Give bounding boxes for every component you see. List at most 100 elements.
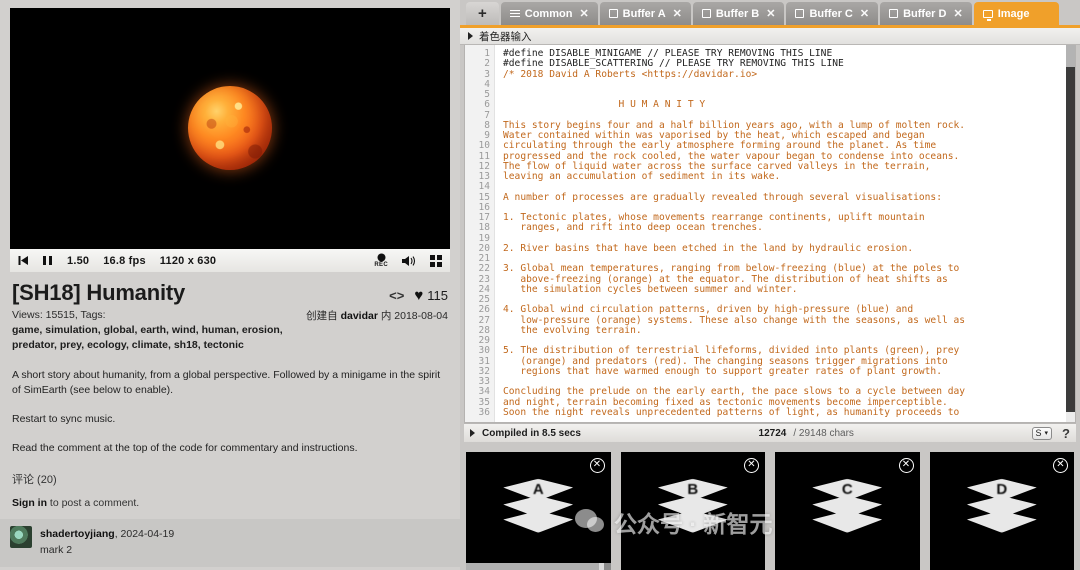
buffer-letter: A bbox=[532, 480, 544, 498]
record-icon[interactable]: REC bbox=[374, 253, 388, 268]
layers-icon: D bbox=[965, 478, 1039, 541]
shader-inputs-label: 着色器输入 bbox=[479, 30, 532, 43]
created-date: 2018-08-04 bbox=[394, 310, 448, 322]
close-icon[interactable]: ✕ bbox=[579, 7, 588, 20]
line-number: 2 bbox=[484, 58, 490, 70]
buffer-letter: D bbox=[996, 480, 1008, 498]
line-number: 6 bbox=[484, 99, 490, 111]
square-icon bbox=[608, 9, 618, 18]
close-icon[interactable]: ✕ bbox=[860, 7, 869, 20]
signin-rest: to post a comment. bbox=[47, 496, 140, 509]
fullscreen-icon[interactable] bbox=[430, 254, 442, 267]
code-line[interactable]: A number of processes are gradually reve… bbox=[503, 192, 1075, 203]
like-counter[interactable]: ♥ 115 bbox=[414, 287, 448, 304]
code-line[interactable]: Concluding the prelude on the early eart… bbox=[503, 386, 1075, 397]
chevron-down-icon: ▾ bbox=[1044, 430, 1049, 437]
resize-grip[interactable] bbox=[603, 563, 611, 570]
buffer-thumb-a[interactable]: A ✕ bbox=[466, 452, 611, 570]
code-toggle-icon[interactable]: <> bbox=[389, 288, 404, 303]
close-icon[interactable]: ✕ bbox=[766, 7, 775, 20]
code-line[interactable]: 5. The distribution of terrestrial lifef… bbox=[503, 345, 1075, 356]
author-line: 创建自 davidar 内 2018-08-04 bbox=[306, 308, 448, 323]
close-icon[interactable]: ✕ bbox=[744, 458, 759, 473]
scrollbar-thumb[interactable] bbox=[1066, 67, 1075, 412]
add-tab-button[interactable]: + bbox=[466, 2, 499, 25]
code-line[interactable] bbox=[503, 182, 1075, 192]
line-number: 18 bbox=[478, 222, 490, 234]
line-number: 26 bbox=[478, 304, 490, 316]
shader-detail-panel: 1.50 16.8 fps 1120 x 630 REC [SH18] Huma… bbox=[0, 0, 460, 570]
tab-buffer-b[interactable]: Buffer B ✕ bbox=[692, 2, 785, 25]
buffer-thumb-b[interactable]: B ✕ bbox=[620, 452, 765, 570]
code-line[interactable]: H U M A N I T Y bbox=[503, 99, 1075, 110]
shader-preview-canvas[interactable] bbox=[10, 8, 450, 248]
chevron-right-icon[interactable] bbox=[468, 32, 473, 40]
comment-author[interactable]: shadertoyjiang bbox=[40, 528, 115, 540]
code-text[interactable]: #define DISABLE_MINIGAME // PLEASE TRY R… bbox=[495, 45, 1075, 422]
close-icon[interactable]: ✕ bbox=[1053, 458, 1068, 473]
code-line[interactable]: circulating through the early atmosphere… bbox=[503, 140, 1075, 151]
line-number: 36 bbox=[478, 406, 490, 418]
tab-label: Buffer D bbox=[903, 7, 947, 20]
shader-size-select[interactable]: S ▾ bbox=[1031, 426, 1053, 440]
code-line[interactable] bbox=[503, 80, 1075, 90]
code-editor[interactable]: 1 2 3 4 5 6 7 8 9 10 11 12 13 14 15 16 17 18 19 20 21 22 23 24 2… bbox=[464, 45, 1076, 423]
created-in-label: 内 bbox=[380, 310, 392, 322]
signin-link[interactable]: Sign in bbox=[12, 497, 47, 509]
lines-icon bbox=[509, 9, 520, 19]
avatar[interactable] bbox=[10, 525, 32, 548]
player-toolbar: 1.50 16.8 fps 1120 x 630 REC bbox=[10, 248, 450, 272]
tab-image[interactable]: Image bbox=[973, 2, 1060, 25]
code-line[interactable]: /* 2018 David A Roberts <https://davidar… bbox=[503, 69, 1075, 80]
code-line[interactable]: 4. Global wind circulation patterns, dri… bbox=[503, 304, 1075, 315]
code-line[interactable]: the evolving terrain. bbox=[503, 325, 1075, 336]
tab-buffer-d[interactable]: Buffer D ✕ bbox=[880, 2, 972, 25]
code-line[interactable]: #define DISABLE_SCATTERING // PLEASE TRY… bbox=[503, 58, 1075, 69]
close-icon[interactable]: ✕ bbox=[589, 458, 605, 473]
close-icon[interactable]: ✕ bbox=[673, 7, 682, 20]
code-line[interactable]: regions that have warmed enough to suppo… bbox=[503, 366, 1075, 377]
thumb-horizontal-scrollbar[interactable] bbox=[466, 563, 611, 570]
comments-header: 评论 (20) bbox=[12, 473, 57, 486]
volume-icon[interactable] bbox=[402, 255, 416, 267]
code-line[interactable]: Soon the night reveals unprecedented pat… bbox=[503, 407, 1075, 418]
code-vertical-scrollbar[interactable] bbox=[1066, 45, 1075, 422]
line-number-gutter: 1 2 3 4 5 6 7 8 9 10 11 12 13 14 15 16 17 18 19 20 21 22 23 24 2… bbox=[465, 45, 495, 422]
comment-body: shadertoyjiang, 2024-04-19 mark 2 bbox=[40, 526, 174, 559]
editor-tabbar: + Common ✕ Buffer A ✕ Buffer B ✕ Buffer … bbox=[460, 0, 1080, 28]
line-number: 14 bbox=[478, 181, 490, 193]
help-icon[interactable]: ? bbox=[1062, 426, 1070, 441]
tab-label: Buffer C bbox=[809, 7, 853, 20]
views-label: Views: 15515, Tags: bbox=[12, 309, 106, 321]
layers-icon: C bbox=[810, 478, 884, 541]
close-icon[interactable]: ✕ bbox=[953, 7, 962, 20]
tab-buffer-c[interactable]: Buffer C ✕ bbox=[786, 2, 879, 25]
rewind-icon[interactable] bbox=[18, 255, 29, 266]
scrollbar-thumb[interactable] bbox=[466, 563, 599, 570]
buffer-letter: B bbox=[687, 480, 699, 498]
tab-common[interactable]: Common ✕ bbox=[500, 2, 598, 25]
resolution-readout: 1120 x 630 bbox=[159, 254, 217, 267]
square-icon bbox=[795, 9, 805, 18]
code-line[interactable]: ranges, and rift into deep ocean trenche… bbox=[503, 222, 1075, 233]
code-line[interactable]: 2. River basins that have been etched in… bbox=[503, 243, 1075, 254]
shadertoy-page: 1.50 16.8 fps 1120 x 630 REC [SH18] Huma… bbox=[0, 0, 1080, 570]
signin-prompt: Sign in to post a comment. bbox=[12, 497, 448, 509]
tag-list[interactable]: game, simulation, global, earth, wind, h… bbox=[12, 324, 283, 351]
tab-buffer-a[interactable]: Buffer A ✕ bbox=[599, 2, 691, 25]
tab-label: Buffer A bbox=[622, 7, 666, 20]
buffer-thumb-c[interactable]: C ✕ bbox=[775, 452, 920, 570]
shader-inputs-bar[interactable]: 着色器输入 bbox=[460, 28, 1080, 45]
buffer-thumb-d[interactable]: D ✕ bbox=[929, 452, 1074, 570]
code-line[interactable]: 3. Global mean temperatures, ranging fro… bbox=[503, 263, 1075, 274]
chevron-right-icon[interactable] bbox=[470, 429, 475, 437]
close-icon[interactable]: ✕ bbox=[898, 458, 914, 473]
buffer-letter: C bbox=[841, 480, 853, 498]
code-line[interactable]: the simulation cycles between summer and… bbox=[503, 284, 1075, 295]
description-paragraph-1: A short story about humanity, from a glo… bbox=[12, 368, 441, 397]
pause-icon[interactable] bbox=[43, 255, 53, 266]
description-paragraph-3: Read the comment at the top of the code … bbox=[12, 441, 358, 454]
author-name[interactable]: davidar bbox=[341, 310, 378, 322]
code-line[interactable]: leaving an accumulation of sediment in i… bbox=[503, 171, 1075, 182]
select-value: S bbox=[1035, 428, 1042, 438]
